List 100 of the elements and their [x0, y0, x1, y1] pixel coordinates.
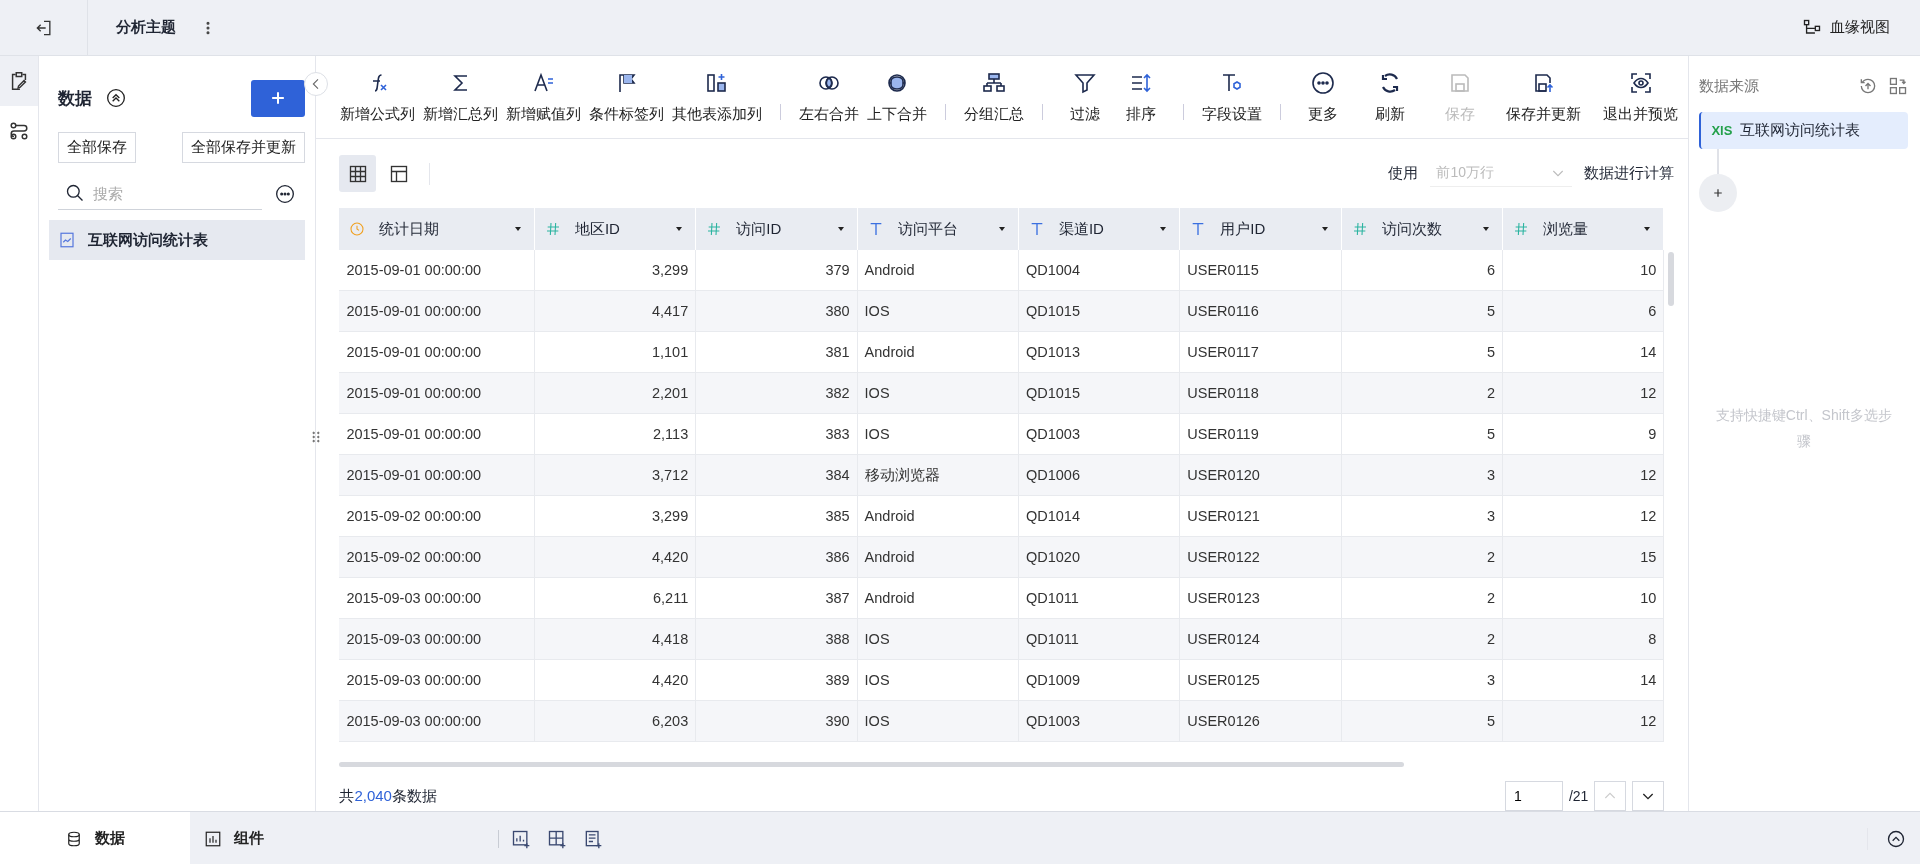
view-toggle[interactable] — [339, 155, 377, 192]
table-cell: 380 — [695, 290, 858, 332]
toolbar-button[interactable]: 退出并预览 — [1599, 70, 1683, 124]
column-header[interactable]: 浏览量 — [1502, 208, 1664, 250]
table-cell: QD1013 — [1018, 331, 1180, 373]
table-cell: 384 — [695, 454, 858, 496]
table-cell: QD1003 — [1018, 700, 1180, 742]
collapse-button[interactable] — [304, 72, 329, 96]
table-cell: USER0118 — [1179, 372, 1342, 414]
table-cell: 2015-09-01 00:00:00 — [339, 372, 535, 414]
toolbar-button[interactable]: 排序 — [1113, 70, 1170, 124]
lineage-view-button[interactable]: 血缘视图 — [1796, 16, 1896, 39]
preview-icon — [1628, 70, 1653, 95]
save-button[interactable]: 全部保存并更新 — [182, 132, 306, 163]
more-icon — [1311, 70, 1336, 95]
table-cell: 2 — [1341, 372, 1503, 414]
table-cell: Android — [857, 250, 1019, 291]
table-cell: 387 — [695, 577, 858, 619]
table-cell: 10 — [1502, 250, 1664, 291]
toolbar-button[interactable]: 更多 — [1295, 70, 1352, 124]
table-cell: 4,418 — [534, 618, 696, 660]
toolbar-button[interactable]: 条件标签列 — [585, 70, 669, 124]
table-cell: QD1020 — [1018, 536, 1180, 578]
table-cell: 2015-09-01 00:00:00 — [339, 250, 535, 291]
table-cell: Android — [857, 577, 1019, 619]
layout-icon — [388, 163, 409, 184]
table-cell: 15 — [1502, 536, 1664, 578]
hint-text: 支持快捷键Ctrl、Shift多选步骤 — [1714, 406, 1893, 451]
toolbar-button[interactable]: 其他表添加列 — [668, 70, 767, 124]
toolbar-button[interactable]: 上下合并 — [863, 70, 932, 124]
table-cell: Android — [857, 331, 1019, 373]
compute-label: 使用 — [1388, 164, 1419, 183]
table-cell: 4,420 — [534, 536, 696, 578]
column-header[interactable]: 访问平台 — [857, 208, 1019, 250]
bottom-tab[interactable]: 数据 — [0, 811, 190, 864]
table-cell: 10 — [1502, 577, 1664, 619]
bottom-tab[interactable]: 组件 — [190, 811, 278, 864]
table-cell: 381 — [695, 331, 858, 373]
column-header[interactable]: 渠道ID — [1018, 208, 1180, 250]
group-icon — [982, 70, 1007, 95]
table-cell: 2015-09-03 00:00:00 — [339, 700, 535, 742]
table-cell: 12 — [1502, 372, 1664, 414]
table-cell: USER0121 — [1179, 495, 1342, 537]
table-cell: 12 — [1502, 495, 1664, 537]
table-cell: 388 — [695, 618, 858, 660]
more-icon — [275, 183, 296, 204]
toolbar-button[interactable]: 刷新 — [1362, 70, 1419, 124]
toolbar-button[interactable]: 左右合并 — [795, 70, 864, 124]
table-cell: 12 — [1502, 454, 1664, 496]
table-cell: 2015-09-01 00:00:00 — [339, 290, 535, 332]
add-button[interactable] — [251, 79, 306, 117]
table-cell: 386 — [695, 536, 858, 578]
toolbar-button[interactable]: 新增公式列 — [336, 70, 420, 124]
history-icon — [1858, 76, 1878, 96]
toolbar-button[interactable]: 保存并更新 — [1502, 70, 1586, 124]
table-cell: 383 — [695, 413, 858, 455]
toolbar-button[interactable]: 新增赋值列 — [502, 70, 586, 124]
clock-icon — [349, 221, 366, 237]
table-cell: 2015-09-01 00:00:00 — [339, 331, 535, 373]
column-header[interactable]: 地区ID — [534, 208, 696, 250]
table-cell: 6 — [1502, 290, 1664, 332]
source-item[interactable]: XlS 互联网访问统计表 — [1699, 112, 1908, 149]
collapse-icon — [105, 88, 126, 108]
table-cell: Android — [857, 536, 1019, 578]
table-list-item[interactable]: 互联网访问统计表 — [48, 220, 306, 260]
table-cell: QD1011 — [1018, 577, 1180, 619]
table-cell: 3 — [1341, 454, 1503, 496]
hash-icon — [706, 221, 723, 237]
table-cell: QD1006 — [1018, 454, 1180, 496]
table-cell: IOS — [857, 413, 1019, 455]
table-cell: 385 — [695, 495, 858, 537]
toolbar-button[interactable]: 过滤 — [1057, 70, 1114, 124]
page-title: 分析主题 — [116, 18, 176, 37]
toolbar-button[interactable]: 分组汇总 — [960, 70, 1029, 124]
table-cell: 12 — [1502, 700, 1664, 742]
table-cell: 379 — [695, 250, 858, 291]
sidebar-tab[interactable] — [0, 56, 38, 106]
table-cell: 4,417 — [534, 290, 696, 332]
table-cell: 2015-09-02 00:00:00 — [339, 536, 535, 578]
table-cell: 3,299 — [534, 250, 696, 291]
swap-icon — [1888, 76, 1908, 96]
add-table-icon — [547, 828, 567, 849]
toolbar-button[interactable]: 新增汇总列 — [419, 70, 503, 124]
page-input[interactable]: 1 — [1504, 781, 1563, 811]
table-cell: 2015-09-03 00:00:00 — [339, 618, 535, 660]
table-cell: IOS — [857, 659, 1019, 701]
compute-label: 数据进行计算 — [1584, 164, 1675, 183]
table-cell: IOS — [857, 372, 1019, 414]
column-header[interactable]: 用户ID — [1179, 208, 1342, 250]
column-header[interactable]: 访问次数 — [1341, 208, 1503, 250]
column-header[interactable]: 访问ID — [695, 208, 858, 250]
save-button[interactable]: 全部保存 — [57, 132, 136, 163]
table-cell: 2015-09-01 00:00:00 — [339, 454, 535, 496]
table-cell: USER0116 — [1179, 290, 1342, 332]
table-cell: 1,101 — [534, 331, 696, 373]
table-cell: USER0115 — [1179, 250, 1342, 291]
table-cell: 2 — [1341, 577, 1503, 619]
toolbar-button[interactable]: 字段设置 — [1198, 70, 1267, 124]
column-header[interactable]: 统计日期 — [339, 208, 535, 250]
page-count: /21 — [1568, 788, 1589, 804]
